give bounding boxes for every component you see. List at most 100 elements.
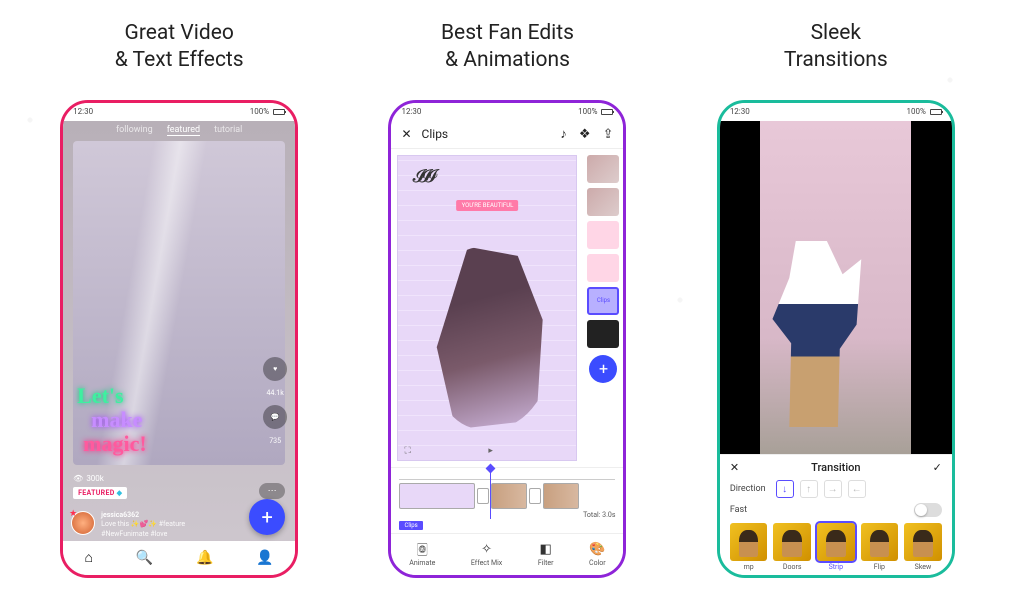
layer-thumb[interactable] xyxy=(587,320,619,348)
tab-profile-icon[interactable]: 👤 xyxy=(256,550,273,566)
column-effects: Great Video & Text Effects 12:30 100% fo… xyxy=(30,20,328,578)
transition-slot[interactable] xyxy=(477,488,489,504)
neon-overlay-text: Let's make magic! xyxy=(77,384,147,457)
tool-effect-mix[interactable]: ✧Effect Mix xyxy=(471,542,502,567)
status-time: 12:30 xyxy=(73,107,93,116)
transition-option[interactable]: mp xyxy=(730,523,768,571)
view-count: 300k xyxy=(86,474,104,483)
status-bar: 12:30 100% xyxy=(63,103,295,121)
layer-thumb-selected[interactable]: Clips xyxy=(587,287,619,315)
transition-option[interactable]: Skew xyxy=(904,523,942,571)
eye-icon: 👁 xyxy=(73,474,83,483)
tab-tutorial[interactable]: tutorial xyxy=(214,125,242,136)
direction-left[interactable]: ← xyxy=(848,480,866,498)
canvas[interactable]: 𝓘𝓘𝓘 YOU'RE BEAUTIFUL ⛶ ▸ xyxy=(397,155,577,461)
avatar[interactable]: ★ xyxy=(71,511,95,535)
add-layer-button[interactable]: + xyxy=(589,355,617,383)
transition-option[interactable]: Doors xyxy=(773,523,811,571)
transition-thumbnails: mp Doors Strip Flip Skew xyxy=(730,523,942,571)
status-time: 12:30 xyxy=(401,107,421,116)
doodle-sticker[interactable]: 𝓘𝓘𝓘 xyxy=(412,166,431,187)
preview-subject xyxy=(772,241,865,428)
fast-label: Fast xyxy=(730,505,747,515)
featured-badge: FEATURED ◆ xyxy=(73,487,127,499)
tab-home-icon[interactable]: ⌂ xyxy=(85,549,93,566)
editor-toolbar: 🀙Animate ✧Effect Mix ◧Filter 🎨Color xyxy=(391,533,623,575)
transition-preview xyxy=(720,121,952,454)
panel-close-button[interactable]: ✕ xyxy=(730,461,739,474)
editor-title: Clips xyxy=(422,127,449,141)
neon-line-1: Let's xyxy=(77,384,147,408)
layer-thumbnails: Clips + xyxy=(583,149,623,467)
video-feed: following featured tutorial Let's make m… xyxy=(63,121,295,575)
fullscreen-icon[interactable]: ⛶ xyxy=(404,446,410,456)
status-bar: 12:30 100% xyxy=(391,103,623,121)
status-battery-pct: 100% xyxy=(906,107,925,116)
column-transitions: Sleek Transitions 12:30 100% ✕ Transitio… xyxy=(687,20,985,578)
caption: Love this ✨💕✨ #feature xyxy=(101,520,185,529)
star-icon: ★ xyxy=(69,509,77,519)
heading-effects: Great Video & Text Effects xyxy=(115,20,244,75)
phone-transitions: 12:30 100% ✕ Transition ✓ Direction xyxy=(717,100,955,578)
compose-fab[interactable]: + xyxy=(249,499,285,535)
phone-effects: 12:30 100% following featured tutorial L… xyxy=(60,100,298,578)
palette-icon: 🎨 xyxy=(589,542,605,557)
clips-row xyxy=(399,483,615,509)
phone-editor: 12:30 100% ✕ Clips ♪ ❖ ⇪ 𝓘� xyxy=(388,100,626,578)
status-time: 12:30 xyxy=(730,107,750,116)
status-bar: 12:30 100% xyxy=(720,103,952,121)
filter-icon: ◧ xyxy=(540,542,552,557)
overlay-label[interactable]: YOU'RE BEAUTIFUL xyxy=(457,200,519,211)
comment-button[interactable]: 💬 xyxy=(263,405,287,429)
timeline-ruler[interactable] xyxy=(399,470,615,480)
panel-confirm-button[interactable]: ✓ xyxy=(933,461,942,474)
hashtags[interactable]: #NewFunimate #love xyxy=(101,530,185,539)
layer-thumb[interactable] xyxy=(587,155,619,183)
tab-following[interactable]: following xyxy=(116,125,153,136)
preview-frame xyxy=(760,121,911,454)
timeline: Total: 3.0s Clips xyxy=(391,467,623,533)
layer-thumb[interactable] xyxy=(587,188,619,216)
direction-down[interactable]: ↓ xyxy=(776,480,794,498)
tab-search-icon[interactable]: 🔍 xyxy=(136,550,153,566)
tool-animate[interactable]: 🀙Animate xyxy=(409,542,435,567)
editor-header: ✕ Clips ♪ ❖ ⇪ xyxy=(391,121,623,149)
heading-transitions: Sleek Transitions xyxy=(784,20,888,75)
layer-thumb[interactable] xyxy=(587,254,619,282)
like-count: 44.1k xyxy=(267,389,284,397)
transition-option-selected[interactable]: Strip xyxy=(817,523,855,571)
clip[interactable] xyxy=(491,483,527,509)
transition-slot[interactable] xyxy=(529,488,541,504)
clip[interactable] xyxy=(543,483,579,509)
tool-filter[interactable]: ◧Filter xyxy=(538,542,554,567)
feed-tabs: following featured tutorial xyxy=(63,125,295,136)
play-icon[interactable]: ▸ xyxy=(488,446,493,456)
transition-option[interactable]: Flip xyxy=(861,523,899,571)
like-button[interactable]: ♥ xyxy=(263,357,287,381)
more-button[interactable]: ⋯ xyxy=(259,483,285,499)
battery-icon xyxy=(930,109,942,115)
layers-icon[interactable]: ❖ xyxy=(579,127,591,142)
transition-panel: ✕ Transition ✓ Direction ↓ ↑ → ← Fast xyxy=(720,454,952,575)
tab-notifications-icon[interactable]: 🔔 xyxy=(196,550,213,566)
direction-label: Direction xyxy=(730,484,766,494)
fast-row: Fast xyxy=(730,503,942,517)
music-icon[interactable]: ♪ xyxy=(560,126,567,142)
fast-toggle[interactable] xyxy=(914,503,942,517)
heading-edits: Best Fan Edits & Animations xyxy=(441,20,574,75)
canvas-area: 𝓘𝓘𝓘 YOU'RE BEAUTIFUL ⛶ ▸ Clips xyxy=(391,149,623,467)
tool-color[interactable]: 🎨Color xyxy=(589,542,606,567)
layer-thumb[interactable] xyxy=(587,221,619,249)
subject-cutout[interactable] xyxy=(431,247,556,429)
tab-featured[interactable]: featured xyxy=(167,125,200,136)
status-battery-pct: 100% xyxy=(250,107,269,116)
close-button[interactable]: ✕ xyxy=(401,127,411,141)
direction-row: Direction ↓ ↑ → ← xyxy=(730,480,942,498)
panel-title: Transition xyxy=(739,461,933,474)
clip[interactable] xyxy=(399,483,475,509)
user-row: ★ jessica6362 Love this ✨💕✨ #feature #Ne… xyxy=(71,511,245,538)
share-icon[interactable]: ⇪ xyxy=(603,127,614,142)
direction-up[interactable]: ↑ xyxy=(800,480,818,498)
direction-right[interactable]: → xyxy=(824,480,842,498)
battery-icon xyxy=(273,109,285,115)
